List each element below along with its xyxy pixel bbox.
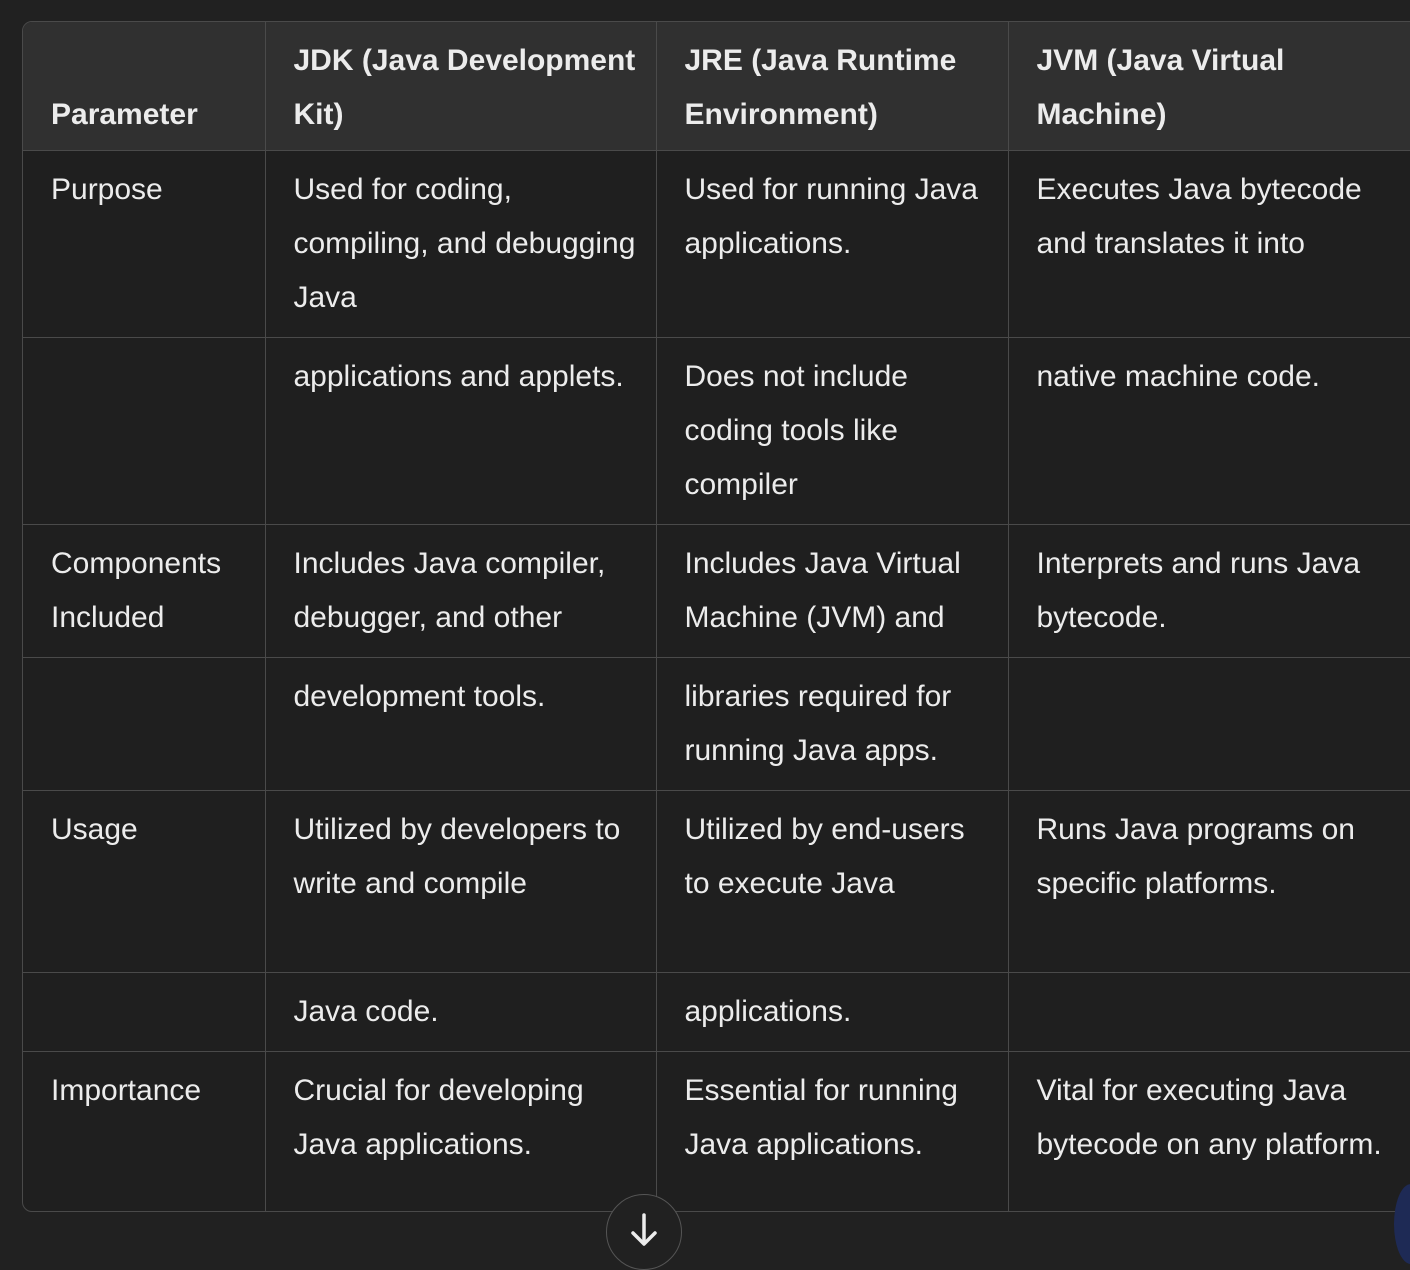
- header-jre: JRE (Java Runtime Environment): [655, 22, 1009, 151]
- header-jdk: JDK (Java Development Kit): [264, 22, 657, 151]
- table-cell: native machine code.: [1007, 337, 1410, 525]
- table-cell: Utilized by developers to write and comp…: [264, 790, 657, 973]
- table-cell: Crucial for developing Java applications…: [264, 1051, 657, 1211]
- comparison-table: Parameter JDK (Java Development Kit) JRE…: [23, 22, 1410, 1211]
- table-row: Importance Crucial for developing Java a…: [23, 1051, 1410, 1211]
- table-row: Purpose Used for coding, compiling, and …: [23, 150, 1410, 338]
- table-cell: Used for running Java applications.: [655, 150, 1009, 338]
- table-cell: Components Included: [23, 524, 266, 658]
- table-cell: Runs Java programs on specific platforms…: [1007, 790, 1410, 973]
- header-jvm: JVM (Java Virtual Machine): [1007, 22, 1410, 151]
- table-cell: [23, 972, 266, 1052]
- arrow-down-icon: [629, 1213, 659, 1252]
- table-cell: Utilized by end-users to execute Java: [655, 790, 1009, 973]
- table-cell: Executes Java bytecode and translates it…: [1007, 150, 1410, 338]
- table-cell: Usage: [23, 790, 266, 973]
- table-cell: Does not include coding tools like compi…: [655, 337, 1009, 525]
- table-cell: Interprets and runs Java bytecode.: [1007, 524, 1410, 658]
- table-cell: Purpose: [23, 150, 266, 338]
- table-cell: [1007, 972, 1410, 1052]
- table-row: Java code. applications.: [23, 972, 1410, 1052]
- table-cell: Includes Java Virtual Machine (JVM) and: [655, 524, 1009, 658]
- table-cell: Importance: [23, 1051, 266, 1211]
- table-cell: applications.: [655, 972, 1009, 1052]
- table-cell: development tools.: [264, 657, 657, 791]
- header-parameter: Parameter: [23, 22, 266, 151]
- table-row: applications and applets. Does not inclu…: [23, 337, 1410, 525]
- comparison-table-container: Parameter JDK (Java Development Kit) JRE…: [22, 21, 1410, 1212]
- table-cell: [1007, 657, 1410, 791]
- table-row: Components Included Includes Java compil…: [23, 524, 1410, 658]
- table-cell: Java code.: [264, 972, 657, 1052]
- table-cell: [23, 337, 266, 525]
- table-row: development tools. libraries required fo…: [23, 657, 1410, 791]
- table-cell: Vital for executing Java bytecode on any…: [1007, 1051, 1410, 1211]
- table-cell: applications and applets.: [264, 337, 657, 525]
- table-cell: Essential for running Java applications.: [655, 1051, 1009, 1211]
- table-cell: Used for coding, compiling, and debuggin…: [264, 150, 657, 338]
- table-cell: libraries required for running Java apps…: [655, 657, 1009, 791]
- table-header-row: Parameter JDK (Java Development Kit) JRE…: [23, 22, 1410, 151]
- table-row: Usage Utilized by developers to write an…: [23, 790, 1410, 973]
- table-cell: [23, 657, 266, 791]
- table-cell: Includes Java compiler, debugger, and ot…: [264, 524, 657, 658]
- scroll-to-bottom-button[interactable]: [606, 1194, 682, 1270]
